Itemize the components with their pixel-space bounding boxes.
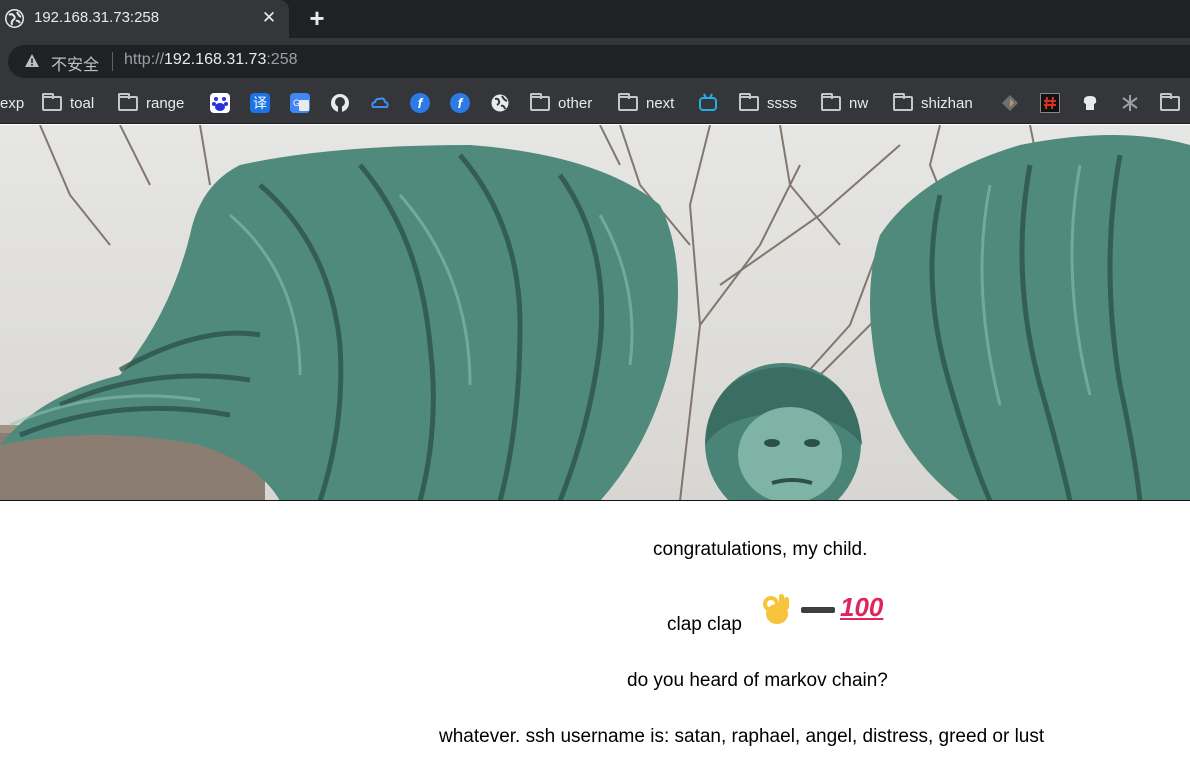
- bookmark-label: toal: [70, 94, 95, 112]
- site-icon-4: [1120, 93, 1140, 113]
- hundred-points-icon: 100: [840, 592, 884, 622]
- folder-icon: [821, 92, 841, 111]
- cloud-icon: [370, 93, 390, 113]
- github-icon: [330, 93, 350, 113]
- bookmark-site-1[interactable]: [1000, 92, 1020, 114]
- browser-tab[interactable]: 192.168.31.73:258 ✕: [0, 0, 289, 38]
- bookmark-folder-shizhan[interactable]: shizhan: [893, 92, 973, 114]
- bookmark-globe[interactable]: [490, 92, 510, 114]
- folder-icon: [42, 92, 62, 111]
- bookmark-folder-other[interactable]: other: [530, 92, 592, 114]
- bookmark-label: shizhan: [921, 94, 973, 112]
- baidu-icon: [210, 93, 230, 113]
- bookmark-folder-toal[interactable]: toal: [42, 92, 94, 114]
- congratulations-text: congratulations, my child.: [653, 539, 868, 560]
- tab-title: 192.168.31.73:258: [34, 9, 160, 26]
- bilibili-icon: [698, 93, 718, 113]
- bookmark-baidu[interactable]: [210, 92, 230, 114]
- site-icon-2: [1040, 93, 1060, 113]
- bookmark-exp[interactable]: exp: [0, 92, 24, 114]
- markov-question-text: do you heard of markov chain?: [627, 670, 888, 691]
- heavy-minus-icon: [801, 607, 835, 613]
- fofa-icon: f: [450, 93, 470, 113]
- bookmark-folder-more[interactable]: [1160, 92, 1180, 114]
- clap-text: clap clap: [667, 614, 742, 635]
- site-icon-1: [1000, 93, 1020, 113]
- bookmark-label: ssss: [767, 94, 797, 112]
- bookmark-google-translate[interactable]: G: [290, 92, 310, 114]
- url-host: 192.168.31.73: [164, 51, 267, 68]
- url-text[interactable]: http://192.168.31.73:258: [124, 51, 298, 69]
- bookmark-fofa-2[interactable]: f: [450, 92, 470, 114]
- folder-icon: [618, 92, 638, 111]
- bookmark-label: next: [646, 94, 675, 112]
- globe-icon: [490, 93, 510, 113]
- bookmark-folder-ssss[interactable]: ssss: [739, 92, 797, 114]
- bookmark-label: other: [558, 94, 593, 112]
- folder-icon: [530, 92, 550, 111]
- ssh-usernames-text: whatever. ssh username is: satan, raphae…: [439, 726, 1045, 747]
- warning-icon: [25, 54, 39, 67]
- tab-strip: 192.168.31.73:258 ✕ +: [0, 0, 1190, 38]
- url-scheme: http://: [124, 51, 165, 68]
- bookmark-fofa-1[interactable]: f: [410, 92, 430, 114]
- site-icon-3: [1080, 93, 1100, 113]
- bookmark-label: exp: [0, 94, 25, 112]
- bookmark-label: range: [146, 94, 185, 112]
- bookmark-cloud[interactable]: [370, 92, 390, 114]
- bookmark-bilibili[interactable]: [698, 92, 718, 114]
- bookmark-github[interactable]: [330, 92, 350, 114]
- new-tab-button[interactable]: +: [303, 4, 331, 32]
- browser-toolbar: 不安全 http://192.168.31.73:258: [0, 38, 1190, 84]
- address-bar[interactable]: 不安全 http://192.168.31.73:258: [8, 45, 1190, 78]
- bookmark-site-4[interactable]: [1120, 92, 1140, 114]
- bookmarks-bar: exp toal range 译 G f f other next ssss n…: [0, 84, 1190, 124]
- folder-icon: [893, 92, 913, 111]
- bookmark-folder-range[interactable]: range: [118, 92, 184, 114]
- bookmark-folder-nw[interactable]: nw: [821, 92, 868, 114]
- folder-icon: [118, 92, 138, 111]
- globe-icon: [5, 9, 24, 28]
- bookmark-folder-next[interactable]: next: [618, 92, 674, 114]
- image-bottom-border: [0, 500, 1190, 501]
- omnibox-divider: [112, 52, 113, 71]
- bookmark-site-2[interactable]: [1040, 92, 1060, 114]
- folder-icon: [1160, 92, 1180, 111]
- close-tab-icon[interactable]: ✕: [258, 7, 280, 29]
- svg-text:G: G: [293, 98, 300, 108]
- bookmark-site-3[interactable]: [1080, 92, 1100, 114]
- url-port: :258: [266, 51, 298, 68]
- security-label[interactable]: 不安全: [51, 51, 99, 75]
- fofa-icon: f: [410, 93, 430, 113]
- ok-hand-icon: [763, 594, 789, 624]
- folder-icon: [739, 92, 759, 111]
- bookmark-label: nw: [849, 94, 869, 112]
- translate-icon: 译: [250, 93, 270, 113]
- angel-statue-image: [0, 125, 1190, 501]
- bookmark-translate[interactable]: 译: [250, 92, 270, 114]
- google-translate-icon: G: [290, 93, 310, 113]
